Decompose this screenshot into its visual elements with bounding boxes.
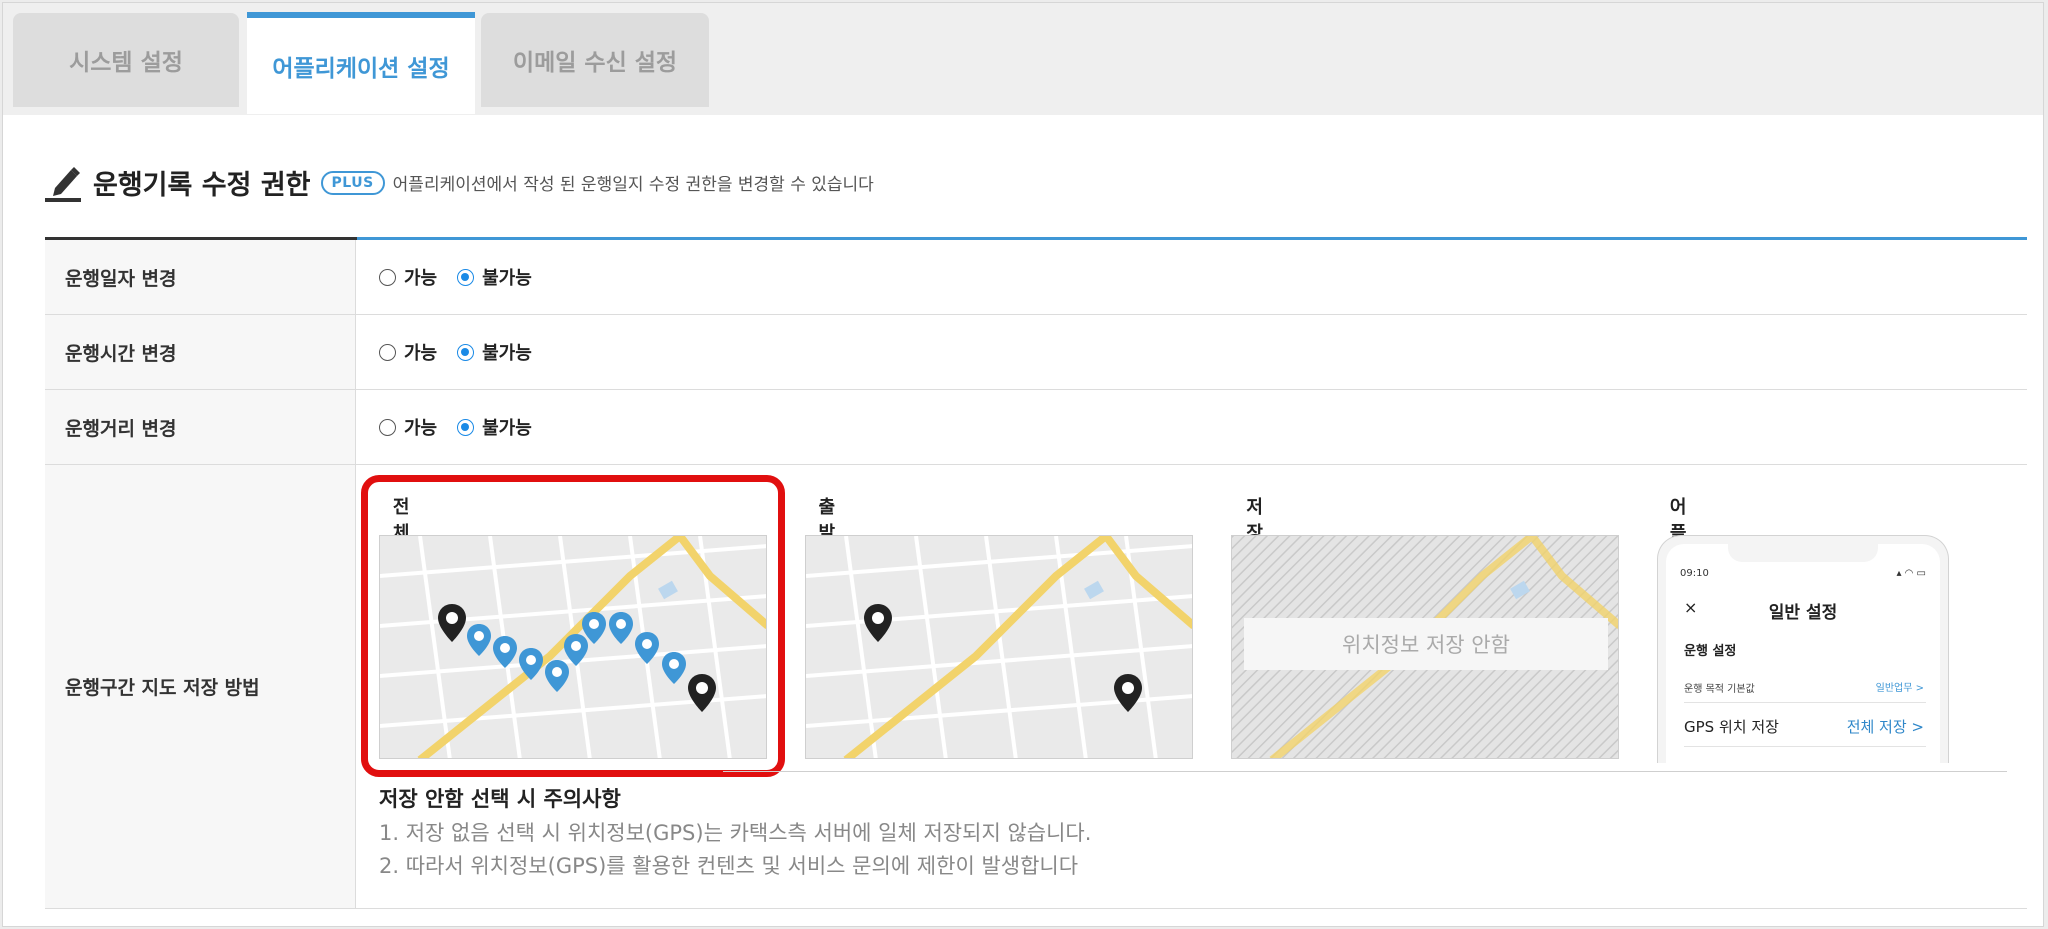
map-thumbnail-start-end: [805, 535, 1193, 759]
section-header: 운행기록 수정 권한 PLUS 어플리케이션에서 작성 된 운행일지 수정 권한…: [45, 163, 874, 202]
phone-status-icons: ▴ ◠ ▭: [1896, 568, 1926, 579]
plus-badge: PLUS: [320, 170, 385, 195]
notice-item: 1. 저장 없음 선택 시 위치정보(GPS)는 카택스측 서버에 일체 저장되…: [379, 821, 1092, 845]
phone-time: 09:10: [1680, 568, 1709, 579]
radio-label: 가능: [404, 343, 438, 364]
notice-title: 저장 안함 선택 시 주의사항: [379, 787, 621, 811]
radio-dot[interactable]: [379, 268, 396, 286]
row-options: 가능 불가능: [357, 390, 2027, 464]
phone-notch: [1728, 544, 1878, 562]
pencil-icon: [45, 164, 81, 202]
row-label: 운행일자 변경: [45, 240, 356, 314]
section-title: 운행기록 수정 권한: [93, 170, 311, 201]
map-thumbnail-full-route: [379, 535, 767, 759]
radio-dot[interactable]: [379, 418, 396, 436]
radio-dot[interactable]: [457, 343, 475, 361]
row-drive-distance: 운행거리 변경 가능 불가능: [45, 390, 2027, 465]
radio-date-deny[interactable]: 불가능: [457, 264, 532, 290]
phone-gps-label: GPS 위치 저장: [1684, 718, 1779, 736]
radio-label: 불가능: [482, 268, 532, 289]
phone-divider: [1684, 702, 1926, 703]
radio-time-allow[interactable]: 가능: [379, 339, 437, 365]
row-options: 가능 불가능: [357, 240, 2027, 314]
tab-application-settings[interactable]: 어플리케이션 설정: [247, 12, 475, 114]
phone-gps-value: 전체 저장 >: [1846, 718, 1924, 736]
radio-label: 불가능: [482, 343, 532, 364]
no-save-overlay-text: 위치정보 저장 안함: [1342, 633, 1510, 657]
settings-content: 운행기록 수정 권한 PLUS 어플리케이션에서 작성 된 운행일지 수정 권한…: [13, 115, 2033, 926]
radio-label: 불가능: [482, 418, 532, 439]
row-label: 운행구간 지도 저장 방법: [45, 465, 356, 908]
notice-divider: [723, 771, 2007, 772]
phone-screen: 09:10 ▴ ◠ ▭ 일반 설정 × 운행 설정 운행 목적 기본값 일반업무…: [1666, 544, 1940, 763]
radio-dot[interactable]: [379, 343, 396, 361]
radio-time-deny[interactable]: 불가능: [457, 339, 532, 365]
radio-date-allow[interactable]: 가능: [379, 264, 437, 290]
notice-item: 2. 따라서 위치정보(GPS)를 활용한 컨텐츠 및 서비스 문의에 제한이 …: [379, 854, 1079, 878]
tab-email-settings[interactable]: 이메일 수신 설정: [481, 13, 709, 107]
phone-purpose-value: 일반업무 >: [1875, 683, 1924, 694]
row-map-save-method: 운행구간 지도 저장 방법 전체구간 저장: [45, 465, 2027, 909]
route-pin: [438, 604, 466, 642]
radio-label: 가능: [404, 418, 438, 439]
phone-section-title: 운행 설정: [1684, 644, 1737, 659]
map-thumbnail-no-save: 위치정보 저장 안함: [1231, 535, 1619, 759]
row-label: 운행거리 변경: [45, 390, 356, 464]
phone-divider: [1684, 746, 1926, 747]
phone-title: 일반 설정: [1768, 603, 1838, 623]
row-drive-date: 운행일자 변경 가능 불가능: [45, 240, 2027, 315]
radio-label: 가능: [404, 268, 438, 289]
row-drive-time: 운행시간 변경 가능 불가능: [45, 315, 2027, 390]
radio-dot[interactable]: [457, 418, 475, 436]
section-description: 어플리케이션에서 작성 된 운행일지 수정 권한을 변경할 수 있습니다: [392, 175, 874, 195]
radio-distance-deny[interactable]: 불가능: [457, 414, 532, 440]
row-options: 가능 불가능: [357, 315, 2027, 389]
phone-purpose-label: 운행 목적 기본값: [1684, 684, 1755, 695]
permission-table: 운행일자 변경 가능 불가능 운행시간 변경 가능 불가능 운행거리 변경 가능…: [45, 237, 2027, 909]
row-label: 운행시간 변경: [45, 315, 356, 389]
close-icon: ×: [1684, 598, 1698, 617]
radio-dot[interactable]: [457, 268, 475, 286]
tab-bar: 시스템 설정 어플리케이션 설정 이메일 수신 설정: [3, 3, 2043, 115]
phone-preview: 09:10 ▴ ◠ ▭ 일반 설정 × 운행 설정 운행 목적 기본값 일반업무…: [1657, 535, 1949, 763]
app-frame: 시스템 설정 어플리케이션 설정 이메일 수신 설정 운행기록 수정 권한 PL…: [2, 2, 2044, 927]
tab-system-settings[interactable]: 시스템 설정: [13, 13, 239, 107]
radio-distance-allow[interactable]: 가능: [379, 414, 437, 440]
row-options: 전체구간 저장: [357, 465, 2027, 908]
